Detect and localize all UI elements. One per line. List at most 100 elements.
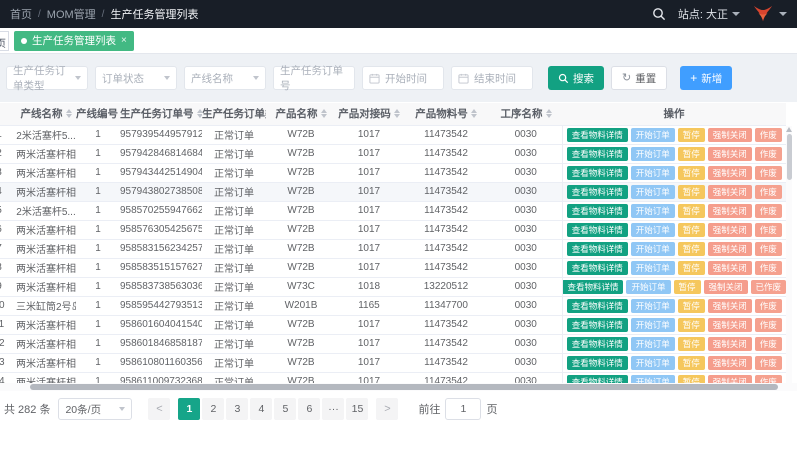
force-close-button[interactable]: 强制关闭 (704, 280, 748, 294)
page-button-3[interactable]: 3 (226, 398, 248, 420)
force-close-button[interactable]: 强制关闭 (708, 261, 752, 275)
view-material-button[interactable]: 查看物料详情 (567, 318, 628, 332)
start-order-button[interactable]: 开始订单 (631, 299, 675, 313)
start-order-button[interactable]: 开始订单 (631, 318, 675, 332)
start-order-button[interactable]: 开始订单 (631, 356, 675, 370)
void-button[interactable]: 已作废 (751, 280, 786, 294)
page-button-1[interactable]: 1 (178, 398, 200, 420)
pause-button[interactable]: 暂停 (678, 223, 705, 237)
column-header-7[interactable]: 产品物料号 (402, 103, 490, 125)
start-order-button[interactable]: 开始订单 (631, 204, 675, 218)
pause-button[interactable]: 暂停 (678, 242, 705, 256)
pause-button[interactable]: 暂停 (678, 318, 705, 332)
tab-close-icon[interactable]: × (121, 36, 127, 46)
view-material-button[interactable]: 查看物料详情 (567, 128, 628, 142)
page-button-4[interactable]: 4 (250, 398, 272, 420)
goto-page-input[interactable] (445, 398, 481, 420)
view-material-button[interactable]: 查看物料详情 (567, 223, 628, 237)
pause-button[interactable]: 暂停 (678, 337, 705, 351)
pause-button[interactable]: 暂停 (674, 280, 701, 294)
view-material-button[interactable]: 查看物料详情 (567, 147, 628, 161)
view-material-button[interactable]: 查看物料详情 (567, 337, 628, 351)
pause-button[interactable]: 暂停 (678, 147, 705, 161)
force-close-button[interactable]: 强制关闭 (708, 299, 752, 313)
page-button-6[interactable]: 6 (298, 398, 320, 420)
page-ellipsis[interactable]: ··· (322, 398, 344, 420)
breadcrumb-mom[interactable]: MOM管理 (47, 6, 96, 22)
force-close-button[interactable]: 强制关闭 (708, 204, 752, 218)
sort-icon[interactable] (66, 109, 72, 118)
breadcrumb-home[interactable]: 首页 (10, 6, 32, 22)
pause-button[interactable]: 暂停 (678, 185, 705, 199)
start-time-picker[interactable]: 开始时间 (362, 66, 444, 90)
void-button[interactable]: 作废 (755, 204, 782, 218)
view-material-button[interactable]: 查看物料详情 (567, 356, 628, 370)
pause-button[interactable]: 暂停 (678, 128, 705, 142)
view-material-button[interactable]: 查看物料详情 (567, 242, 628, 256)
page-button-2[interactable]: 2 (202, 398, 224, 420)
pause-button[interactable]: 暂停 (678, 261, 705, 275)
start-order-button[interactable]: 开始订单 (631, 185, 675, 199)
horizontal-scrollbar-thumb[interactable] (30, 384, 778, 390)
user-menu[interactable] (752, 4, 787, 24)
order-no-input[interactable]: 生产任务订单号 (273, 66, 355, 90)
void-button[interactable]: 作废 (755, 261, 782, 275)
start-order-button[interactable]: 开始订单 (631, 128, 675, 142)
force-close-button[interactable]: 强制关闭 (708, 318, 752, 332)
order-type-select[interactable]: 生产任务订单类型 (6, 66, 88, 90)
force-close-button[interactable]: 强制关闭 (708, 337, 752, 351)
void-button[interactable]: 作废 (755, 185, 782, 199)
void-button[interactable]: 作废 (755, 242, 782, 256)
void-button[interactable]: 作废 (755, 128, 782, 142)
search-icon[interactable] (652, 7, 666, 21)
force-close-button[interactable]: 强制关闭 (708, 128, 752, 142)
add-button[interactable]: + 新增 (680, 66, 732, 90)
force-close-button[interactable]: 强制关闭 (708, 147, 752, 161)
column-header-1[interactable]: 产线名称 (16, 103, 76, 125)
void-button[interactable]: 作废 (755, 166, 782, 180)
start-order-button[interactable]: 开始订单 (631, 337, 675, 351)
tab-home-clipped[interactable]: 首页 (0, 31, 9, 51)
force-close-button[interactable]: 强制关闭 (708, 356, 752, 370)
start-order-button[interactable]: 开始订单 (626, 280, 670, 294)
view-material-button[interactable]: 查看物料详情 (567, 185, 628, 199)
column-header-8[interactable]: 工序名称 (490, 103, 562, 125)
pause-button[interactable]: 暂停 (678, 299, 705, 313)
start-order-button[interactable]: 开始订单 (631, 166, 675, 180)
start-order-button[interactable]: 开始订单 (631, 147, 675, 161)
pause-button[interactable]: 暂停 (678, 204, 705, 218)
pause-button[interactable]: 暂停 (678, 356, 705, 370)
view-material-button[interactable]: 查看物料详情 (567, 299, 628, 313)
line-name-select[interactable]: 产线名称 (184, 66, 266, 90)
column-header-5[interactable]: 产品名称 (266, 103, 336, 125)
void-button[interactable]: 作废 (755, 223, 782, 237)
column-header-2[interactable]: 产线编号 (76, 103, 120, 125)
pause-button[interactable]: 暂停 (678, 166, 705, 180)
view-material-button[interactable]: 查看物料详情 (562, 280, 623, 294)
void-button[interactable]: 作废 (755, 318, 782, 332)
prev-page-button[interactable]: < (148, 398, 170, 420)
void-button[interactable]: 作废 (755, 147, 782, 161)
sort-icon[interactable] (471, 109, 477, 118)
next-page-button[interactable]: > (376, 398, 398, 420)
horizontal-scrollbar[interactable] (0, 383, 797, 391)
reset-button[interactable]: ↻ 重置 (611, 66, 667, 90)
force-close-button[interactable]: 强制关闭 (708, 223, 752, 237)
view-material-button[interactable]: 查看物料详情 (567, 166, 628, 180)
force-close-button[interactable]: 强制关闭 (708, 185, 752, 199)
start-order-button[interactable]: 开始订单 (631, 223, 675, 237)
end-time-picker[interactable]: 结束时间 (451, 66, 533, 90)
void-button[interactable]: 作废 (755, 337, 782, 351)
void-button[interactable]: 作废 (755, 356, 782, 370)
view-material-button[interactable]: 查看物料详情 (567, 261, 628, 275)
page-button-5[interactable]: 5 (274, 398, 296, 420)
force-close-button[interactable]: 强制关闭 (708, 242, 752, 256)
column-header-3[interactable]: 生产任务订单号 (120, 103, 202, 125)
force-close-button[interactable]: 强制关闭 (708, 166, 752, 180)
vertical-scrollbar-thumb[interactable] (787, 134, 792, 180)
scroll-up-icon[interactable] (786, 127, 792, 132)
page-button-15[interactable]: 15 (346, 398, 368, 420)
page-size-select[interactable]: 20条/页 (58, 398, 132, 420)
sort-icon[interactable] (394, 109, 400, 118)
column-header-6[interactable]: 产品对接码 (336, 103, 402, 125)
